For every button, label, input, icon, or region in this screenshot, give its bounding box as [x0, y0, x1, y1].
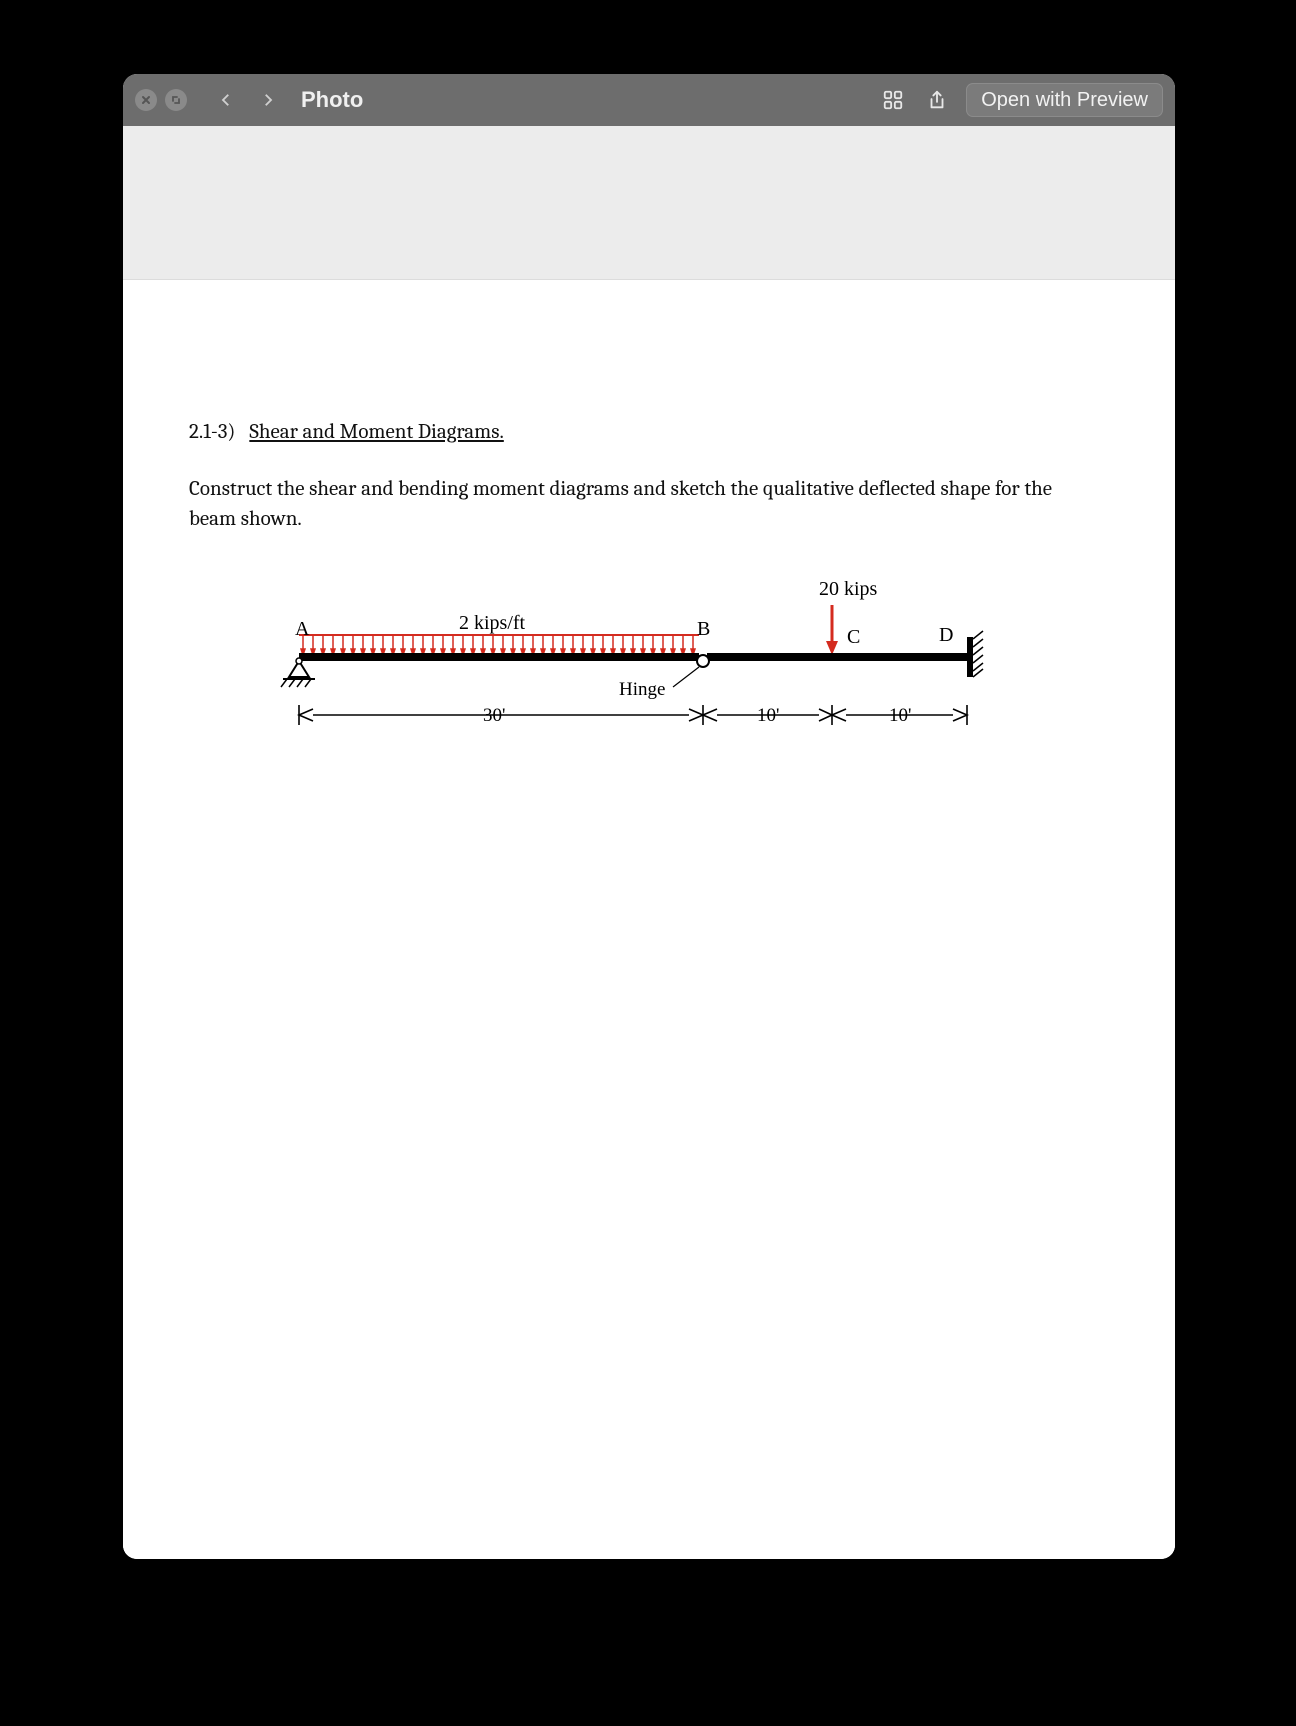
share-icon	[926, 89, 948, 111]
node-C-label: C	[847, 626, 860, 648]
problem-title: Shear and Moment Diagrams.	[249, 420, 503, 444]
titlebar: Photo Open with Preview	[123, 74, 1175, 126]
close-icon	[140, 94, 152, 106]
content-area: 2.1-3) Shear and Moment Diagrams. Constr…	[123, 126, 1175, 1559]
quicklook-window: Photo Open with Preview	[123, 74, 1175, 1559]
open-with-preview-button[interactable]: Open with Preview	[966, 83, 1163, 117]
node-A-label: A	[295, 618, 310, 640]
fullscreen-button[interactable]	[165, 89, 187, 111]
chevron-left-icon	[217, 91, 235, 109]
beam-diagram: 20 kips 2 kips/ft A	[259, 575, 1039, 755]
close-button[interactable]	[135, 89, 157, 111]
chevron-right-icon	[259, 91, 277, 109]
node-B-label: B	[697, 618, 710, 640]
nav-forward-button[interactable]	[251, 83, 285, 117]
problem-statement: Construct the shear and bending moment d…	[189, 474, 1089, 535]
dim-10-b: 10'	[889, 705, 911, 726]
share-button[interactable]	[922, 85, 952, 115]
document-page: 2.1-3) Shear and Moment Diagrams. Constr…	[123, 280, 1175, 1559]
problem-number: 2.1-3)	[189, 420, 235, 444]
document-header-blank	[123, 126, 1175, 280]
window-title: Photo	[301, 87, 363, 113]
node-D-label: D	[939, 624, 953, 646]
grid-icon	[882, 89, 904, 111]
problem-heading: 2.1-3) Shear and Moment Diagrams.	[189, 420, 1109, 444]
point-load-label: 20 kips	[819, 578, 878, 600]
grid-view-button[interactable]	[878, 85, 908, 115]
nav-back-button[interactable]	[209, 83, 243, 117]
hinge-label: Hinge	[619, 679, 665, 700]
open-button-label: Open with Preview	[981, 89, 1148, 112]
distributed-load-label: 2 kips/ft	[459, 612, 526, 634]
dim-10-a: 10'	[757, 705, 779, 726]
dim-30: 30'	[483, 705, 505, 726]
expand-icon	[170, 94, 182, 106]
